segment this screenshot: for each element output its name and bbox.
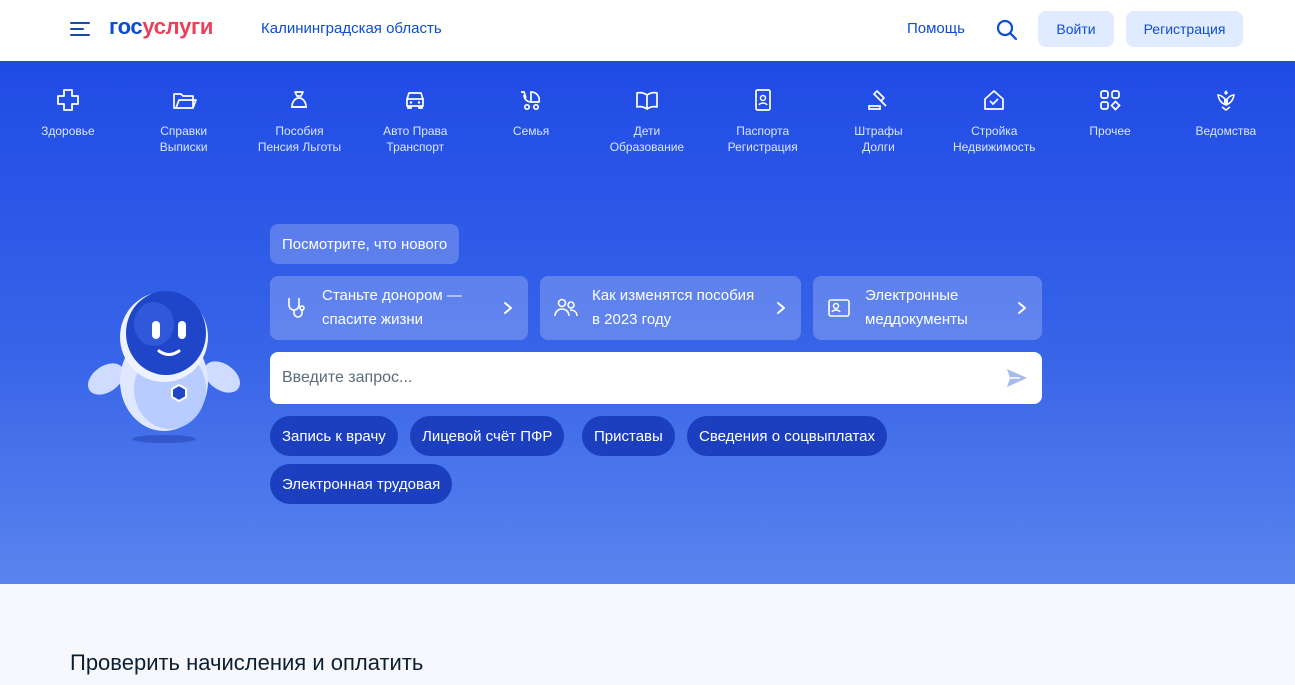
category-passports[interactable]: Паспорта Регистрация	[705, 87, 821, 155]
card-text: Как изменятся пособия в 2023 году	[592, 287, 755, 328]
folder-icon	[172, 93, 197, 109]
house-icon	[984, 90, 1005, 110]
grid-icon	[1100, 90, 1121, 111]
med-documents-card[interactable]: Электронные меддокументы	[813, 276, 1042, 340]
region-selector[interactable]: Калининградская область	[261, 20, 442, 37]
category-realestate[interactable]: Стройка Недвижимость	[936, 87, 1052, 155]
coat-of-arms-icon	[1216, 90, 1235, 111]
chevron-right-icon	[504, 302, 512, 314]
gavel-icon	[868, 90, 888, 110]
category-family[interactable]: Семья	[473, 87, 589, 155]
category-nav: Здоровье Справки Выписки Пособия Пенсия Ль…	[10, 87, 1285, 155]
category-label: Штрафы Долги	[854, 124, 903, 154]
quick-tag[interactable]: Сведения о соцвыплатах	[687, 416, 887, 456]
category-fines[interactable]: Штрафы Долги	[821, 87, 937, 155]
category-agencies[interactable]: Ведомства	[1168, 87, 1284, 155]
category-other[interactable]: Прочее	[1052, 87, 1168, 155]
category-label: Прочее	[1089, 124, 1131, 138]
category-label: Семья	[512, 124, 550, 138]
card-text: Станьте донором — спасите жизни	[322, 287, 462, 328]
category-label: Авто Права Транспорт	[383, 124, 448, 154]
search-icon[interactable]	[995, 18, 1019, 42]
category-label: Справки Выписки	[159, 124, 208, 154]
car-icon	[406, 92, 425, 109]
donor-card[interactable]: Станьте донором — спасите жизни	[270, 276, 528, 340]
category-health[interactable]: Здоровье	[10, 87, 126, 155]
category-label: Пособия Пенсия Льготы	[257, 124, 342, 154]
quick-tag[interactable]: Приставы	[582, 416, 675, 456]
book-icon	[636, 91, 658, 110]
category-certificates[interactable]: Справки Выписки	[126, 87, 242, 155]
hero-section: Здоровье Справки Выписки Пособия Пенсия Ль…	[0, 61, 1295, 584]
card-text: Электронные меддокументы	[865, 287, 968, 328]
category-children[interactable]: Дети Образование	[589, 87, 705, 155]
stroller-icon	[521, 91, 541, 111]
category-auto[interactable]: Авто Права Транспорт	[357, 87, 473, 155]
category-label: Ведомства	[1195, 124, 1257, 138]
menu-icon[interactable]	[70, 20, 92, 38]
category-label: Паспорта Регистрация	[727, 124, 798, 154]
register-button[interactable]: Регистрация	[1126, 11, 1243, 47]
quick-tag[interactable]: Лицевой счёт ПФР	[410, 416, 565, 456]
category-label: Дети Образование	[609, 124, 685, 154]
quick-tag[interactable]: Запись к врачу	[270, 416, 398, 456]
search-bar	[270, 352, 1042, 404]
section-title: Проверить начисления и оплатить	[70, 650, 424, 675]
gosuslugi-logo[interactable]: госуслуги	[109, 14, 213, 40]
help-link[interactable]: Помощь	[907, 20, 965, 37]
top-header: госуслуги Калининградская область Помощь…	[0, 0, 1295, 61]
stethoscope-icon	[288, 298, 305, 318]
payments-section: Проверить начисления и оплатить	[0, 584, 1295, 685]
people-icon	[554, 298, 578, 317]
quick-tag[interactable]: Электронная трудовая	[270, 464, 453, 504]
category-label: Стройка Недвижимость	[952, 124, 1036, 154]
logo-part-uslugi: услуги	[142, 14, 214, 39]
health-cross-icon	[56, 89, 79, 111]
category-benefits[interactable]: Пособия Пенсия Льготы	[242, 87, 358, 155]
search-input[interactable]	[282, 369, 1004, 387]
chevron-right-icon	[1018, 302, 1026, 314]
send-icon[interactable]	[1004, 365, 1030, 391]
benefits-2023-card[interactable]: Как изменятся пособия в 2023 году	[540, 276, 801, 340]
passport-icon	[754, 89, 771, 111]
whats-new-chip[interactable]: Посмотрите, что нового	[270, 224, 460, 264]
money-bag-icon	[291, 91, 308, 108]
logo-part-gos: гос	[109, 14, 143, 39]
login-button[interactable]: Войти	[1038, 11, 1114, 47]
category-label: Здоровье	[41, 124, 95, 138]
robot-mascot	[87, 291, 241, 443]
id-card-icon	[828, 299, 850, 317]
chevron-right-icon	[777, 302, 785, 314]
